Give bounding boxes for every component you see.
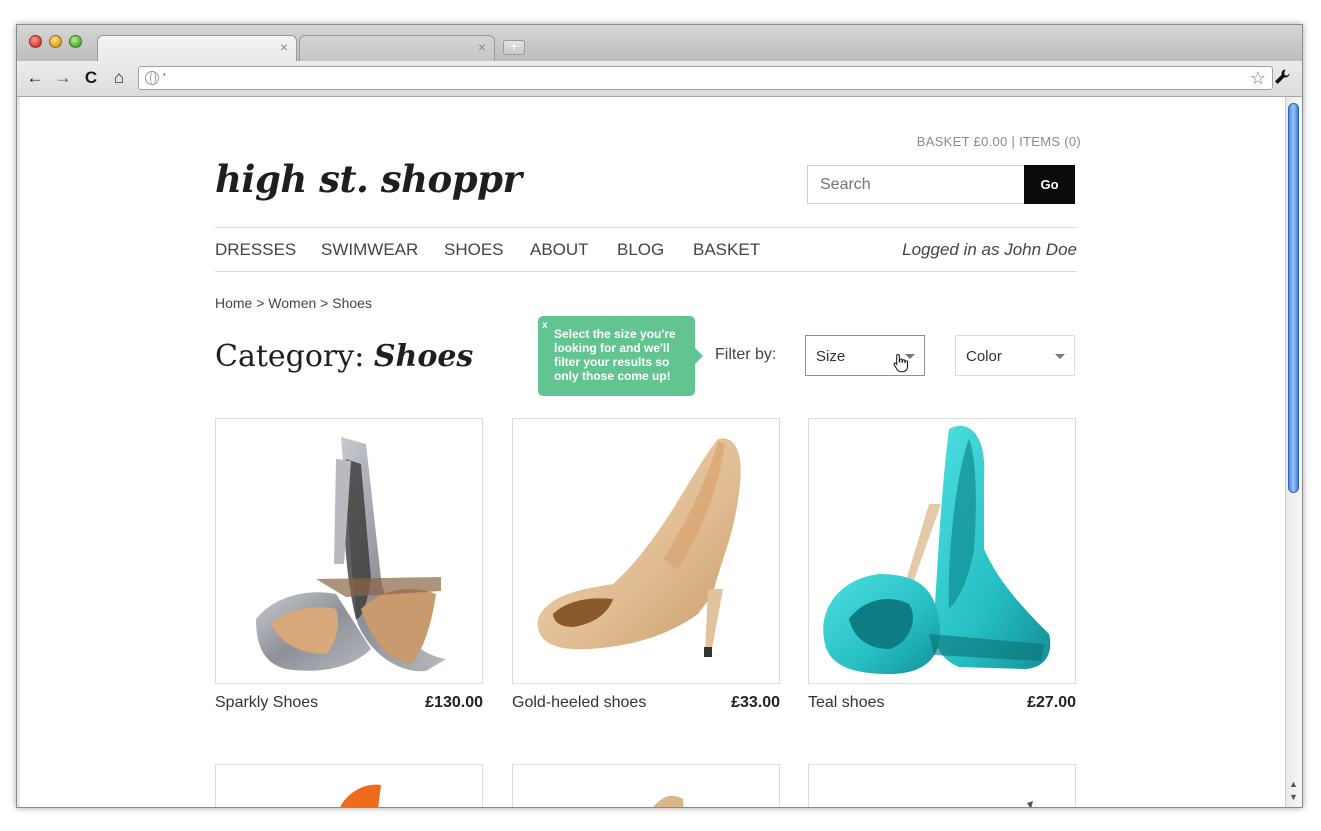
product-price: £130.00 — [425, 694, 483, 711]
forward-arrow-icon[interactable]: → — [53, 68, 73, 88]
product-price: £27.00 — [1027, 694, 1076, 711]
hand-cursor-icon — [893, 353, 909, 378]
product-name[interactable]: Sparkly Shoes — [215, 694, 318, 712]
search-input[interactable] — [807, 165, 1025, 204]
gold-heel-graphic — [537, 438, 741, 657]
url-text: ' — [163, 70, 166, 85]
home-icon[interactable]: ⌂ — [109, 68, 129, 88]
teal-heels-graphic — [823, 426, 1051, 674]
search-go-button[interactable]: Go — [1024, 165, 1075, 204]
wrench-icon[interactable] — [1272, 68, 1292, 88]
filter-label: Filter by: — [715, 346, 777, 363]
tab-strip: × × — [17, 25, 1302, 61]
product-card-partial[interactable] — [215, 764, 483, 807]
hand-cursor-graphic — [893, 353, 908, 373]
address-bar[interactable]: ' ☆ — [138, 66, 1273, 90]
tooltip-close-icon[interactable]: x — [542, 319, 548, 333]
color-filter-select[interactable]: Color — [955, 335, 1075, 376]
color-select-value: Color — [966, 348, 1002, 365]
tab-close-icon[interactable]: × — [478, 40, 486, 54]
size-filter-tooltip: x Select the size you're looking for and… — [538, 316, 703, 396]
nav-item-swimwear[interactable]: SWIMWEAR — [321, 240, 418, 260]
site-logo[interactable]: high st. shoppr — [215, 157, 522, 201]
breadcrumb[interactable]: Home > Women > Shoes — [215, 295, 372, 311]
wrench-icon-graphic — [1275, 69, 1290, 84]
logged-in-status: Logged in as John Doe — [902, 240, 1077, 259]
scroll-down-arrow-icon[interactable]: ▼ — [1289, 792, 1298, 802]
minimize-window-button[interactable] — [49, 35, 62, 48]
tooltip-text: Select the size you're looking for and w… — [554, 327, 676, 383]
size-select-value: Size — [816, 348, 846, 365]
category-prefix: Category: — [215, 339, 374, 374]
page-viewport: BASKET £0.00 | ITEMS (0) high st. shoppr… — [17, 97, 1285, 807]
browser-tab-inactive[interactable]: × — [299, 35, 495, 61]
nav-item-basket[interactable]: BASKET — [693, 240, 760, 260]
scroll-up-arrow-icon[interactable]: ▲ — [1289, 779, 1298, 789]
orange-shoe-graphic — [340, 784, 381, 807]
category-name: Shoes — [373, 339, 474, 374]
nav-item-about[interactable]: ABOUT — [530, 240, 589, 260]
page-title: Category: Shoes — [215, 339, 473, 374]
bookmark-star-icon[interactable]: ☆ — [1250, 68, 1266, 88]
scroll-thumb[interactable] — [1288, 103, 1299, 493]
close-window-button[interactable] — [29, 35, 42, 48]
back-arrow-icon[interactable]: ← — [25, 68, 45, 88]
vertical-scrollbar[interactable]: ▲ ▼ — [1285, 97, 1302, 807]
dark-shoe-graphic — [1027, 801, 1033, 807]
globe-icon — [145, 71, 159, 85]
browser-window: × × ← → C ⌂ ' ☆ BASKET £0.00 | ITEMS (0)… — [16, 24, 1303, 808]
shop-page: BASKET £0.00 | ITEMS (0) high st. shoppr… — [215, 97, 1081, 807]
nav-item-blog[interactable]: BLOG — [617, 240, 664, 260]
reload-icon[interactable]: C — [81, 68, 101, 88]
product-image-sparkly-shoes[interactable] — [215, 418, 483, 684]
browser-tab-active[interactable]: × — [97, 35, 297, 61]
product-image-teal-shoes[interactable] — [808, 418, 1076, 684]
nav-divider-top — [215, 227, 1077, 228]
nav-item-dresses[interactable]: DRESSES — [215, 240, 296, 260]
basket-summary-link[interactable]: BASKET £0.00 | ITEMS (0) — [917, 134, 1081, 149]
silver-heels-graphic — [256, 437, 446, 672]
zoom-window-button[interactable] — [69, 35, 82, 48]
product-price: £33.00 — [731, 694, 780, 711]
beige-shoe-graphic — [653, 795, 684, 807]
product-name[interactable]: Gold-heeled shoes — [512, 694, 646, 712]
nav-item-shoes[interactable]: SHOES — [444, 240, 504, 260]
browser-toolbar: ← → C ⌂ ' ☆ — [17, 61, 1302, 97]
nav-divider-bottom — [215, 271, 1077, 272]
chevron-down-icon — [1055, 354, 1065, 359]
tab-close-icon[interactable]: × — [280, 40, 288, 54]
product-name[interactable]: Teal shoes — [808, 694, 885, 712]
product-card-partial[interactable] — [808, 764, 1076, 807]
product-card-partial[interactable] — [512, 764, 780, 807]
new-tab-button[interactable] — [503, 38, 525, 55]
product-image-gold-heeled-shoes[interactable] — [512, 418, 780, 684]
